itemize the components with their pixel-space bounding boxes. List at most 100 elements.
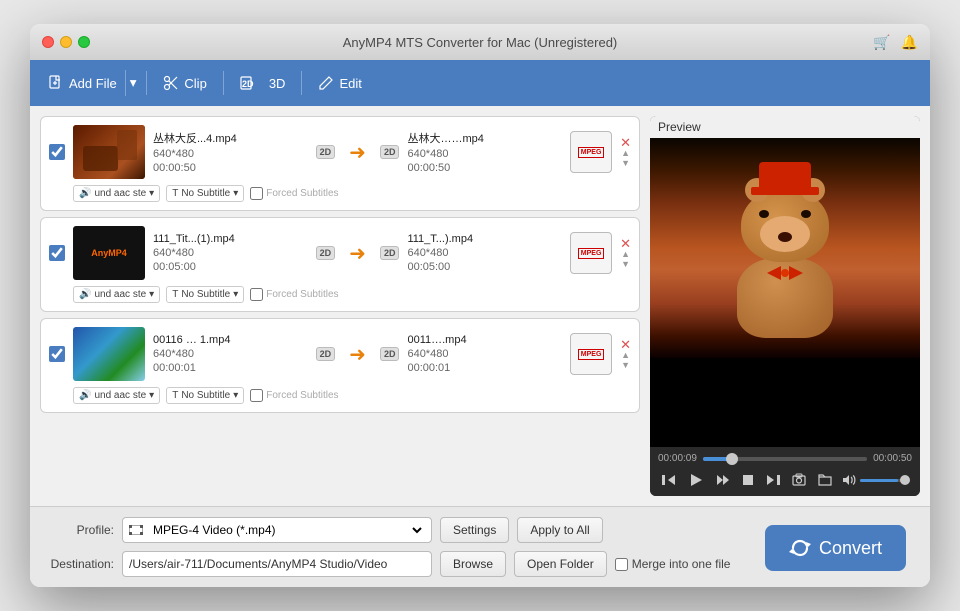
scroll-down-button[interactable]: ▼	[621, 260, 630, 269]
forced-subtitle-checkbox[interactable]	[250, 389, 263, 402]
fast-forward-button[interactable]	[714, 471, 732, 489]
conversion-arrow: ➜	[343, 342, 372, 367]
input-filename: 111_Tit...(1).mp4	[153, 233, 308, 245]
file-list: 丛林大反...4.mp4 640*480 00:00:50 2D ➜ 2D 丛林…	[40, 116, 640, 496]
output-settings-button[interactable]: MPEG	[570, 131, 612, 173]
scroll-up-button[interactable]: ▲	[621, 149, 630, 158]
convert-button[interactable]: Convert	[765, 525, 906, 571]
bottom-bar: Profile: MPEG-4 Video (*.mp4)	[30, 506, 930, 587]
format-input-group: 2D	[316, 246, 336, 260]
screenshot-button[interactable]	[790, 471, 808, 489]
volume-thumb[interactable]	[900, 475, 910, 485]
audio-select[interactable]: 🔊 und aac ste ▾	[73, 387, 160, 404]
subtitle-select[interactable]: T No Subtitle ▾	[166, 286, 244, 303]
separator-1	[146, 71, 147, 95]
preview-panel: Preview	[650, 116, 920, 496]
cart-icon[interactable]: 🛒	[873, 34, 890, 51]
main-content: 丛林大反...4.mp4 640*480 00:00:50 2D ➜ 2D 丛林…	[30, 106, 930, 506]
format-output-group: 2D	[380, 145, 400, 159]
audio-select[interactable]: 🔊 und aac ste ▾	[73, 286, 160, 303]
add-file-button[interactable]: Add File	[40, 70, 125, 96]
file-item: AnyMP4 111_Tit...(1).mp4 640*480 00:05:0…	[40, 217, 640, 312]
forced-subtitle-label: Forced Subtitles	[266, 188, 338, 199]
input-format-badge: 2D	[316, 145, 336, 159]
volume-fill	[860, 479, 898, 482]
file-item-bottom: 🔊 und aac ste ▾ T No Subtitle ▾ Forced S…	[49, 286, 631, 303]
stop-icon	[742, 474, 754, 486]
audio-value: und aac ste	[94, 188, 146, 199]
file-checkbox[interactable]	[49, 346, 65, 362]
profile-row: Profile: MPEG-4 Video (*.mp4)	[44, 517, 755, 543]
scroll-up-button[interactable]: ▲	[621, 351, 630, 360]
open-file-button[interactable]	[816, 471, 834, 489]
scroll-down-button[interactable]: ▼	[621, 361, 630, 370]
browse-button[interactable]: Browse	[440, 551, 506, 577]
edit-button[interactable]: Edit	[308, 70, 371, 96]
forced-subtitle-checkbox[interactable]	[250, 288, 263, 301]
main-window: AnyMP4 MTS Converter for Mac (Unregister…	[30, 24, 930, 587]
file-checkbox[interactable]	[49, 144, 65, 160]
format-input-group: 2D	[316, 347, 336, 361]
close-button[interactable]	[42, 36, 54, 48]
convert-icon	[789, 537, 811, 559]
progress-bar[interactable]	[703, 457, 867, 461]
forced-subtitle: Forced Subtitles	[250, 187, 338, 200]
add-file-dropdown[interactable]: ▾	[125, 70, 141, 96]
maximize-button[interactable]	[78, 36, 90, 48]
play-button[interactable]	[686, 470, 706, 490]
progress-thumb[interactable]	[726, 453, 738, 465]
convert-label: Convert	[819, 538, 882, 559]
audio-dropdown-arrow: ▾	[149, 289, 154, 300]
output-settings-button[interactable]: MPEG	[570, 333, 612, 375]
input-duration: 00:00:50	[153, 162, 308, 174]
thumb-logo: AnyMP4	[91, 248, 127, 258]
apply-to-all-button[interactable]: Apply to All	[517, 517, 602, 543]
profile-select[interactable]: MPEG-4 Video (*.mp4)	[149, 522, 425, 538]
input-resolution: 640*480	[153, 247, 308, 259]
mpeg-icon: MPEG	[578, 248, 605, 259]
audio-select[interactable]: 🔊 und aac ste ▾	[73, 185, 160, 202]
merge-checkbox[interactable]	[615, 558, 628, 571]
audio-icon: 🔊	[79, 289, 91, 300]
subtitle-value: No Subtitle	[181, 390, 230, 401]
stop-button[interactable]	[740, 472, 756, 488]
settings-icon[interactable]: 🔔	[901, 34, 918, 51]
scroll-up-button[interactable]: ▲	[621, 250, 630, 259]
preview-controls: 00:00:09 00:00:50	[650, 447, 920, 496]
subtitle-select[interactable]: T No Subtitle ▾	[166, 185, 244, 202]
audio-icon: 🔊	[79, 390, 91, 401]
skip-forward-button[interactable]	[764, 471, 782, 489]
volume-track[interactable]	[860, 479, 910, 482]
mpeg-icon: MPEG	[578, 147, 605, 158]
input-format-badge: 2D	[316, 246, 336, 260]
subtitle-select[interactable]: T No Subtitle ▾	[166, 387, 244, 404]
open-folder-button[interactable]: Open Folder	[514, 551, 607, 577]
minimize-button[interactable]	[60, 36, 72, 48]
output-filename: 111_T...).mp4	[407, 233, 562, 245]
format-input-group: 2D	[316, 145, 336, 159]
forced-subtitle-checkbox[interactable]	[250, 187, 263, 200]
mpeg-icon: MPEG	[578, 349, 605, 360]
file-checkbox[interactable]	[49, 245, 65, 261]
destination-input[interactable]	[122, 551, 432, 577]
output-settings-button[interactable]: MPEG	[570, 232, 612, 274]
edit-label: Edit	[339, 76, 361, 91]
audio-value: und aac ste	[94, 289, 146, 300]
3d-button[interactable]: 2D 3D	[230, 71, 296, 96]
file-thumbnail	[73, 327, 145, 381]
screenshot-icon	[792, 473, 806, 487]
file-info-output: 0011….mp4 640*480 00:00:01	[407, 334, 562, 374]
clip-button[interactable]: Clip	[153, 70, 216, 96]
input-resolution: 640*480	[153, 148, 308, 160]
total-time: 00:00:50	[873, 453, 912, 464]
file-item: 丛林大反...4.mp4 640*480 00:00:50 2D ➜ 2D 丛林…	[40, 116, 640, 211]
destination-row: Destination: Browse Open Folder Merge in…	[44, 551, 755, 577]
add-file-label: Add File	[69, 76, 117, 91]
separator-2	[223, 71, 224, 95]
file-info-input: 111_Tit...(1).mp4 640*480 00:05:00	[153, 233, 308, 273]
skip-back-button[interactable]	[660, 471, 678, 489]
scroll-down-button[interactable]: ▼	[621, 159, 630, 168]
file-item-top: 丛林大反...4.mp4 640*480 00:00:50 2D ➜ 2D 丛林…	[49, 125, 631, 179]
profile-select-wrapper[interactable]: MPEG-4 Video (*.mp4)	[122, 517, 432, 543]
settings-button[interactable]: Settings	[440, 517, 509, 543]
